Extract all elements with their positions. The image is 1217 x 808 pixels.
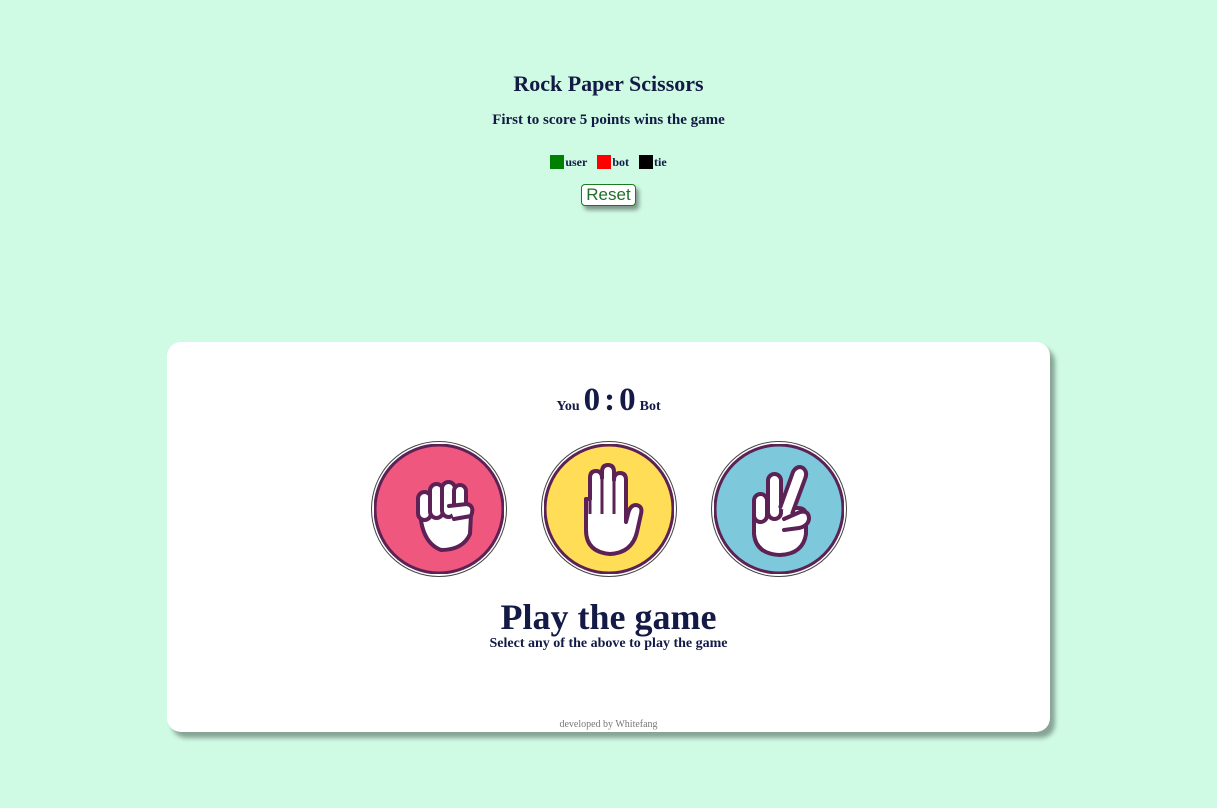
scissors-hand-icon (714, 444, 844, 574)
scoreboard: You 0 : 0 Bot (167, 382, 1050, 418)
paper-button[interactable] (541, 441, 677, 577)
rock-fist-icon (374, 444, 504, 574)
score-separator: : (604, 382, 616, 418)
game-card: You 0 : 0 Bot Play the game Select any o… (167, 342, 1050, 732)
legend-label-bot: bot (612, 155, 629, 169)
bot-score: 0 (619, 382, 636, 418)
legend-item-user: user (550, 154, 587, 170)
choices (371, 441, 847, 577)
status-subtitle: Select any of the above to play the game (489, 636, 728, 651)
page-subtitle: First to score 5 points wins the game (492, 112, 725, 128)
legend: user bot tie (0, 154, 1217, 170)
legend-label-user: user (565, 155, 588, 169)
paper-hand-icon (544, 444, 674, 574)
footer-credit: developed by Whitefang (559, 719, 658, 730)
you-label: You (556, 399, 580, 414)
user-score: 0 (583, 382, 601, 418)
page-title: Rock Paper Scissors (513, 71, 704, 96)
status-title: Play the game (500, 597, 717, 637)
bot-label: Bot (639, 399, 661, 414)
legend-swatch-tie (639, 155, 653, 169)
scissors-button[interactable] (711, 441, 847, 577)
legend-swatch-bot (597, 155, 612, 169)
legend-swatch-user (550, 155, 565, 169)
legend-label-tie: tie (654, 155, 667, 169)
legend-item-tie: tie (639, 154, 667, 170)
reset-button[interactable]: Reset (581, 184, 636, 206)
legend-item-bot: bot (597, 154, 629, 170)
rock-button[interactable] (371, 441, 507, 577)
